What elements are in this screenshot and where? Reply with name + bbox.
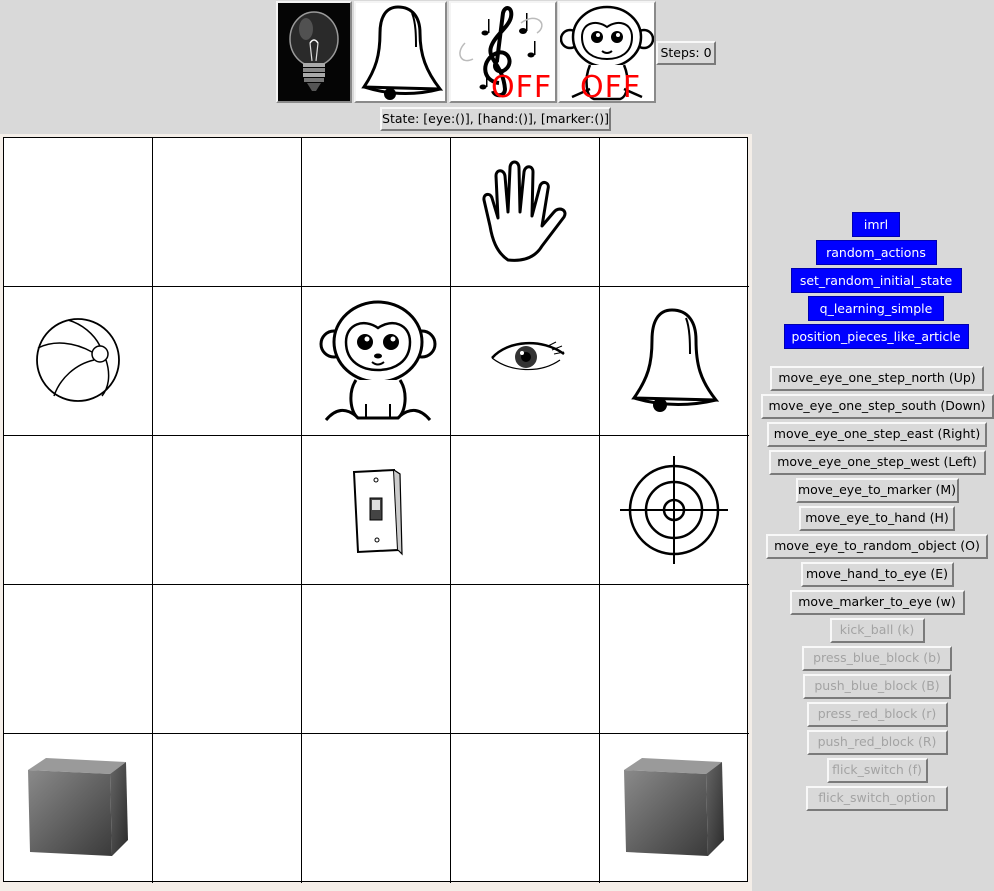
action-button-flick-switch-option[interactable]: flick_switch_option (806, 786, 948, 811)
board-cell[interactable] (302, 138, 451, 287)
music-indicator: OFF (449, 1, 557, 103)
action-button-flick-switch[interactable]: flick_switch (f) (826, 758, 928, 783)
bell-icon (361, 5, 444, 100)
action-button-move-eye-to-marker[interactable]: move_eye_to_marker (M) (795, 478, 959, 503)
algorithm-button-position-pieces-like-article[interactable]: position_pieces_like_article (783, 324, 969, 349)
board-cell[interactable] (451, 585, 600, 734)
board-cell[interactable] (451, 436, 600, 585)
block-icon (624, 758, 724, 856)
algorithm-button-set-random-initial-state[interactable]: set_random_initial_state (790, 268, 962, 293)
block-icon (28, 758, 128, 856)
light-indicator (276, 1, 352, 103)
monkey-icon (319, 300, 437, 421)
board-cell[interactable] (153, 734, 302, 883)
game-board[interactable] (3, 137, 749, 883)
action-button-move-eye-to-random-object[interactable]: move_eye_to_random_object (O) (766, 534, 988, 559)
action-button-move-eye-one-step-east[interactable]: move_eye_one_step_east (Right) (767, 422, 987, 447)
steps-counter: Steps: 0 (656, 41, 716, 65)
monkey-indicator: OFF (558, 1, 656, 103)
action-button-press-red-block[interactable]: press_red_block (r) (806, 702, 948, 727)
music-status-label: OFF (491, 70, 553, 103)
bell-indicator (354, 1, 447, 103)
board-cell[interactable] (600, 138, 749, 287)
board-cell[interactable] (302, 585, 451, 734)
board-cell[interactable] (4, 436, 153, 585)
board-cell[interactable] (153, 585, 302, 734)
board-cell[interactable] (153, 436, 302, 585)
algorithm-button-random-actions[interactable]: random_actions (815, 240, 937, 265)
board-cell[interactable] (600, 585, 749, 734)
monkey-status-label: OFF (580, 70, 642, 103)
target-marker-icon (620, 456, 728, 564)
action-button-move-eye-to-hand[interactable]: move_eye_to_hand (H) (799, 506, 955, 531)
state-label: State: [eye:()], [hand:()], [marker:()] (380, 107, 611, 131)
bell-icon (631, 308, 720, 412)
algorithm-button-imrl[interactable]: imrl (852, 212, 900, 237)
action-button-move-marker-to-eye[interactable]: move_marker_to_eye (w) (789, 590, 965, 615)
action-button-move-eye-one-step-south[interactable]: move_eye_one_step_south (Down) (760, 394, 994, 419)
action-button-push-blue-block[interactable]: push_blue_block (B) (803, 674, 951, 699)
board-cell[interactable] (302, 734, 451, 883)
action-button-push-red-block[interactable]: push_red_block (R) (806, 730, 948, 755)
board-cell[interactable] (4, 585, 153, 734)
action-button-move-eye-one-step-west[interactable]: move_eye_one_step_west (Left) (768, 450, 986, 475)
light-bulb-icon (278, 3, 350, 101)
action-button-press-blue-block[interactable]: press_blue_block (b) (802, 646, 952, 671)
light-switch-icon (352, 468, 403, 556)
board-cell[interactable] (451, 734, 600, 883)
action-button-move-hand-to-eye[interactable]: move_hand_to_eye (E) (800, 562, 954, 587)
action-button-kick-ball[interactable]: kick_ball (k) (829, 618, 925, 643)
hand-icon (482, 160, 567, 262)
eye-icon (491, 341, 565, 371)
board-cell[interactable] (153, 138, 302, 287)
action-button-move-eye-one-step-north[interactable]: move_eye_one_step_north (Up) (770, 366, 984, 391)
board-cell[interactable] (153, 287, 302, 436)
ball-icon (36, 318, 120, 402)
algorithm-button-q-learning-simple[interactable]: q_learning_simple (808, 296, 944, 321)
board-cell[interactable] (4, 138, 153, 287)
